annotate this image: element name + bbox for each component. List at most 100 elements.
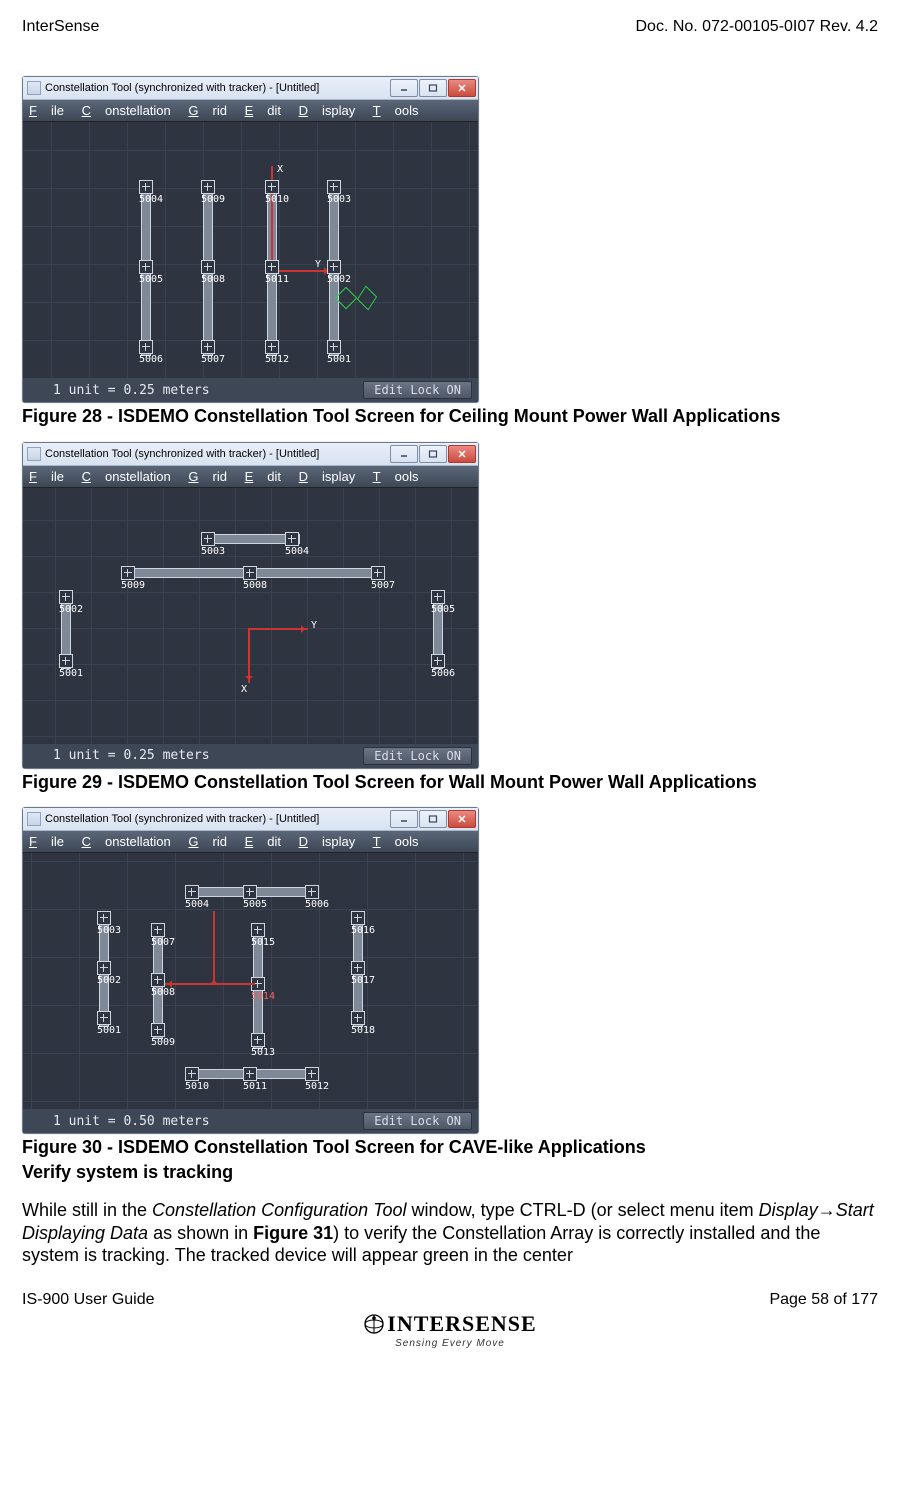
maximize-button[interactable] [419, 79, 447, 97]
app-window-28: Constellation Tool (synchronized with tr… [22, 76, 479, 403]
node-5007: 5007 [151, 938, 175, 948]
node-5006: 5006 [305, 900, 329, 910]
status-lock[interactable]: Edit Lock ON [363, 1112, 472, 1130]
axis-y-label: Y [315, 259, 321, 270]
menu-display[interactable]: Display [299, 103, 356, 118]
close-button[interactable] [448, 810, 476, 828]
node-5010: 5010 [185, 1082, 209, 1092]
statusbar: 1 unit = 0.50 meters Edit Lock ON [23, 1109, 478, 1133]
node-5007: 5007 [371, 581, 395, 591]
maximize-button[interactable] [419, 445, 447, 463]
body-paragraph: While still in the Constellation Configu… [22, 1199, 878, 1267]
node-5012: 5012 [305, 1082, 329, 1092]
node-5003: 5003 [201, 547, 225, 557]
logo-text: INTERSENSE [387, 1311, 536, 1337]
status-unit: 1 unit = 0.25 meters [23, 383, 363, 398]
node-5014: 5014 [251, 992, 275, 1002]
app-icon [27, 81, 41, 95]
titlebar[interactable]: Constellation Tool (synchronized with tr… [23, 808, 478, 831]
footer-right: Page 58 of 177 [769, 1291, 878, 1309]
statusbar: 1 unit = 0.25 meters Edit Lock ON [23, 378, 478, 402]
menu-grid[interactable]: Grid [188, 103, 227, 118]
app-icon [27, 812, 41, 826]
window-title: Constellation Tool (synchronized with tr… [45, 82, 389, 94]
app-icon [27, 447, 41, 461]
menu-edit[interactable]: Edit [245, 834, 281, 849]
canvas[interactable]: 5003 5004 5009 5008 5007 5002 5001 5005 … [23, 488, 478, 744]
menu-tools[interactable]: Tools [373, 834, 419, 849]
window-title: Constellation Tool (synchronized with tr… [45, 448, 389, 460]
menu-display[interactable]: Display [299, 834, 356, 849]
menu-tools[interactable]: Tools [373, 103, 419, 118]
menubar: File Constellation Grid Edit Display Too… [23, 831, 478, 853]
menu-edit[interactable]: Edit [245, 103, 281, 118]
node-5005: 5005 [139, 275, 163, 285]
axis-x-label: X [277, 164, 283, 175]
node-5001: 5001 [97, 1026, 121, 1036]
verify-heading: Verify system is tracking [22, 1161, 878, 1184]
node-5017: 5017 [351, 976, 375, 986]
window-title: Constellation Tool (synchronized with tr… [45, 813, 389, 825]
node-5009: 5009 [121, 581, 145, 591]
canvas[interactable]: 5004 5005 5006 5003 5002 5001 5007 5008 … [23, 853, 478, 1109]
close-button[interactable] [448, 445, 476, 463]
menu-constellation[interactable]: Constellation [82, 469, 171, 484]
node-5001: 5001 [327, 355, 351, 365]
node-5011: 5011 [265, 275, 289, 285]
node-5009: 5009 [151, 1038, 175, 1048]
node-5006: 5006 [139, 355, 163, 365]
statusbar: 1 unit = 0.25 meters Edit Lock ON [23, 744, 478, 768]
menu-file[interactable]: File [29, 103, 64, 118]
node-5003: 5003 [97, 926, 121, 936]
node-5016: 5016 [351, 926, 375, 936]
header-left: InterSense [22, 18, 99, 36]
menu-constellation[interactable]: Constellation [82, 103, 171, 118]
figure-28: Constellation Tool (synchronized with tr… [22, 76, 878, 428]
node-5018: 5018 [351, 1026, 375, 1036]
menu-edit[interactable]: Edit [245, 469, 281, 484]
figure-30: Constellation Tool (synchronized with tr… [22, 807, 878, 1183]
menubar: File Constellation Grid Edit Display Too… [23, 100, 478, 122]
menu-constellation[interactable]: Constellation [82, 834, 171, 849]
minimize-button[interactable] [390, 79, 418, 97]
node-5006: 5006 [431, 669, 455, 679]
menu-display[interactable]: Display [299, 469, 356, 484]
minimize-button[interactable] [390, 810, 418, 828]
node-5013: 5013 [251, 1048, 275, 1058]
menu-grid[interactable]: Grid [188, 834, 227, 849]
menubar: File Constellation Grid Edit Display Too… [23, 466, 478, 488]
node-5005: 5005 [243, 900, 267, 910]
node-5001: 5001 [59, 669, 83, 679]
close-button[interactable] [448, 79, 476, 97]
menu-file[interactable]: File [29, 834, 64, 849]
figure-29: Constellation Tool (synchronized with tr… [22, 442, 878, 794]
logo-tagline: Sensing Every Move [22, 1338, 878, 1349]
status-lock[interactable]: Edit Lock ON [363, 747, 472, 765]
maximize-button[interactable] [419, 810, 447, 828]
canvas[interactable]: X Y 5004 5009 5010 5003 5005 5008 5011 5… [23, 122, 478, 378]
node-5004: 5004 [285, 547, 309, 557]
status-lock[interactable]: Edit Lock ON [363, 381, 472, 399]
node-5011: 5011 [243, 1082, 267, 1092]
node-5002: 5002 [59, 605, 83, 615]
menu-grid[interactable]: Grid [188, 469, 227, 484]
node-5002: 5002 [327, 275, 351, 285]
logo-icon [363, 1313, 385, 1335]
node-5008: 5008 [243, 581, 267, 591]
figure-28-caption: Figure 28 - ISDEMO Constellation Tool Sc… [22, 405, 878, 428]
header-right: Doc. No. 072-00105-0I07 Rev. 4.2 [635, 18, 878, 36]
node-5004: 5004 [139, 195, 163, 205]
axis-y-label: Y [311, 620, 317, 631]
menu-file[interactable]: File [29, 469, 64, 484]
node-5015: 5015 [251, 938, 275, 948]
node-5005: 5005 [431, 605, 455, 615]
node-5004: 5004 [185, 900, 209, 910]
titlebar[interactable]: Constellation Tool (synchronized with tr… [23, 77, 478, 100]
menu-tools[interactable]: Tools [373, 469, 419, 484]
node-5009: 5009 [201, 195, 225, 205]
minimize-button[interactable] [390, 445, 418, 463]
footer-logo: INTERSENSE Sensing Every Move [22, 1311, 878, 1349]
titlebar[interactable]: Constellation Tool (synchronized with tr… [23, 443, 478, 466]
node-5002: 5002 [97, 976, 121, 986]
app-window-29: Constellation Tool (synchronized with tr… [22, 442, 479, 769]
